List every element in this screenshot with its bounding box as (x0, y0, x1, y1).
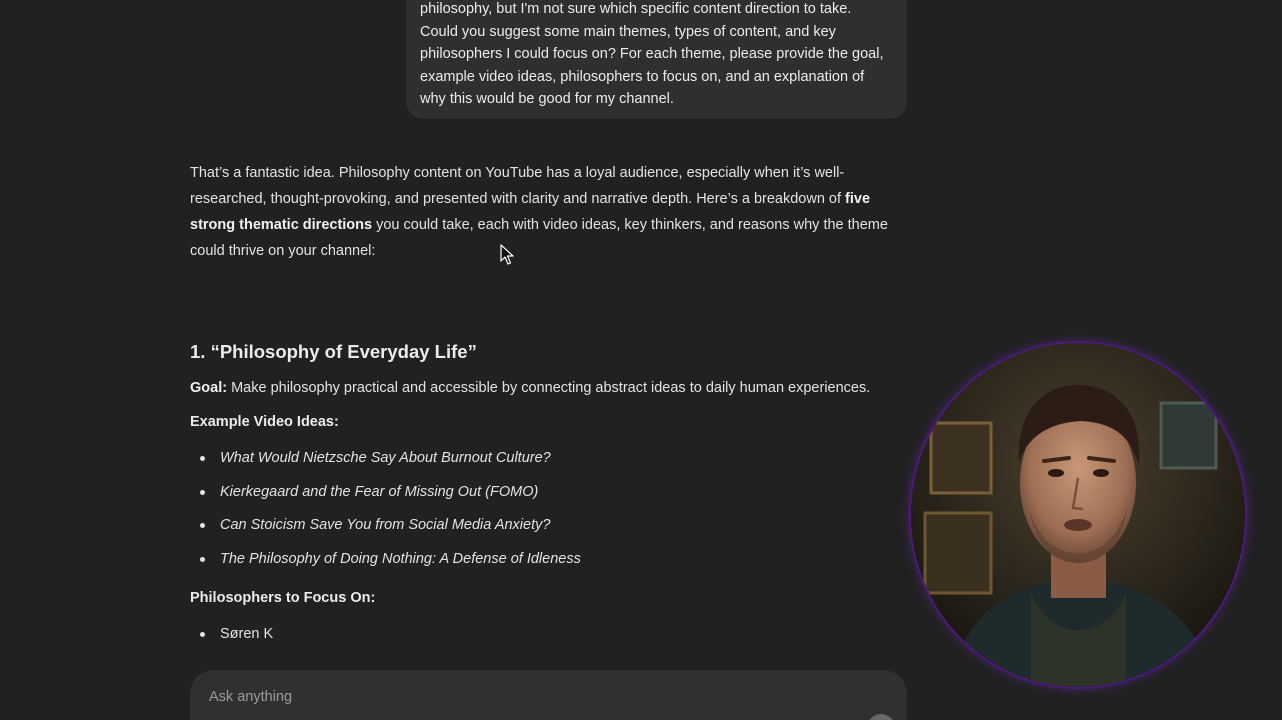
video-ideas-heading: Example Video Ideas: (190, 414, 339, 430)
presenter-video-image (911, 343, 1245, 687)
user-message-line: why this would be good for my channel. (420, 91, 674, 108)
prompt-composer[interactable] (190, 670, 907, 720)
assistant-intro-paragraph: That’s a fantastic idea. Philosophy cont… (190, 160, 907, 264)
list-item: Kierkegaard and the Fear of Missing Out … (190, 482, 581, 516)
user-message-line: example video ideas, philosophers to foc… (420, 68, 865, 85)
webcam-overlay (911, 343, 1245, 687)
user-message-bubble: philosophy, but I'm not sure which speci… (406, 0, 907, 119)
section-heading: 1. “Philosophy of Everyday Life” (190, 341, 477, 362)
list-item: What Would Nietzsche Say About Burnout C… (190, 448, 581, 482)
user-message-line: philosophers I could focus on? For each … (420, 46, 884, 63)
list-item: Can Stoicism Save You from Social Media … (190, 515, 581, 549)
philosophers-list: Søren K (190, 624, 273, 658)
list-item: Søren K (190, 624, 273, 658)
goal-line: Goal: Make philosophy practical and acce… (190, 380, 870, 396)
video-ideas-list: What Would Nietzsche Say About Burnout C… (190, 448, 581, 582)
intro-text: That’s a fantastic idea. Philosophy cont… (190, 165, 846, 207)
philosophers-heading: Philosophers to Focus On: (190, 590, 376, 606)
goal-text: Make philosophy practical and accessible… (227, 380, 871, 396)
user-message-line: Could you suggest some main themes, type… (420, 23, 836, 40)
goal-label: Goal: (190, 380, 228, 396)
mouse-cursor-icon (500, 244, 514, 265)
prompt-input[interactable] (209, 689, 809, 705)
user-message-line: philosophy, but I'm not sure which speci… (420, 1, 852, 17)
assistant-message: That’s a fantastic idea. Philosophy cont… (190, 160, 907, 264)
list-item: The Philosophy of Doing Nothing: A Defen… (190, 549, 581, 583)
send-button[interactable] (867, 714, 895, 720)
